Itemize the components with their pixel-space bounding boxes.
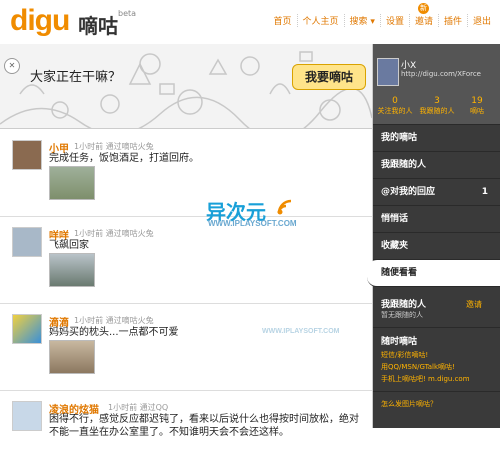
beta-tag: beta <box>118 9 137 18</box>
nav-search[interactable]: 搜索 ▾ <box>343 14 380 27</box>
timeline-item: 凌浪的炫猫 1小时前 通过QQ 困得不行，感觉反应都迟钝了，看来以后说什么也得按… <box>0 391 372 451</box>
post-meta: 1小时前 通过QQ <box>108 403 169 412</box>
stat-label: 我跟随的人 <box>419 107 455 115</box>
menu-label: 随便看看 <box>381 268 418 278</box>
main-column: ✕ 大家正在干嘛？ 我要嘀咕 小甲 1小时前 通过嘀咕火兔 完成任务，饭饱酒足，… <box>0 44 373 438</box>
timeline-item: 咩咩 1小时前 通过嘀咕火兔 飞飙回家 <box>0 217 372 304</box>
menu-label: 收藏夹 <box>381 241 409 251</box>
avatar[interactable] <box>12 227 42 257</box>
nav-profile[interactable]: 个人主页 <box>296 14 344 27</box>
profile-url[interactable]: http://digu.com/XForce <box>401 70 481 78</box>
main-nav: 首页 个人主页 搜索 ▾ 设置 邀请 插件 退出 <box>269 14 496 27</box>
menu-favorites[interactable]: 收藏夹 <box>373 233 500 260</box>
top-header: digu 嘀咕 beta 新 首页 个人主页 搜索 ▾ 设置 邀请 插件 退出 <box>0 0 500 45</box>
stat-label: 关注我的人 <box>377 107 413 115</box>
nav-home[interactable]: 首页 <box>269 14 297 27</box>
watermark-url: WWW.IPLAYSOFT.COM <box>208 219 297 228</box>
nav-logout[interactable]: 退出 <box>466 14 496 27</box>
avatar[interactable] <box>12 140 42 170</box>
timeline-item: 滴滴 1小时前 通过嘀咕火兔 妈妈买的枕头...一点都不可爱 <box>0 304 372 391</box>
avatar[interactable] <box>12 401 42 431</box>
timeline-item: 小甲 1小时前 通过嘀咕火兔 完成任务，饭饱酒足，打道回府。 <box>0 130 372 217</box>
menu-my-posts[interactable]: 我的嘀咕 <box>373 125 500 152</box>
stat-posts[interactable]: 19 嘀咕 <box>457 96 497 116</box>
help-link[interactable]: 怎么发图片嘀咕？ <box>373 398 500 410</box>
timeline: 小甲 1小时前 通过嘀咕火兔 完成任务，饭饱酒足，打道回府。 咩咩 1小时前 通… <box>0 130 372 451</box>
sms-link[interactable]: 短信/彩信嘀咕! <box>373 349 500 361</box>
logo[interactable]: digu <box>10 4 70 38</box>
nav-invite[interactable]: 邀请 <box>408 14 438 27</box>
menu-label: 我的嘀咕 <box>381 133 418 143</box>
new-badge: 新 <box>418 3 429 14</box>
anytime-title: 随时嘀咕 <box>381 337 418 347</box>
post-photo[interactable] <box>49 166 95 200</box>
post-meta: 1小时前 通过嘀咕火兔 <box>74 316 154 325</box>
nav-settings[interactable]: 设置 <box>379 14 409 27</box>
post-text: 完成任务，饭饱酒足，打道回府。 <box>49 153 199 164</box>
post-photo[interactable] <box>49 253 95 287</box>
menu-label: @对我的回应 <box>381 187 436 197</box>
nav-plugins[interactable]: 插件 <box>437 14 467 27</box>
menu-label: 我跟随的人 <box>381 160 427 170</box>
menu-following[interactable]: 我跟随的人 <box>373 152 500 179</box>
post-meta: 1小时前 通过嘀咕火兔 <box>74 229 154 238</box>
post-meta: 1小时前 通过嘀咕火兔 <box>74 142 154 151</box>
avatar[interactable] <box>12 314 42 344</box>
compass-icon: ✕ <box>4 58 20 74</box>
stat-following[interactable]: 3 我跟随的人 <box>417 96 457 116</box>
banner: ✕ 大家正在干嘛？ 我要嘀咕 <box>0 44 372 129</box>
anytime-section: 随时嘀咕 短信/彩信嘀咕! 用QQ/MSN/GTalk嘀咕! 手机上嘀咕吧! m… <box>373 327 500 385</box>
following-section: 我跟随的人 邀请 暂无跟随的人 <box>373 287 500 327</box>
status-prompt: 大家正在干嘛？ <box>30 70 122 85</box>
stat-count: 19 <box>471 96 483 106</box>
profile-panel: 小X http://digu.com/XForce 0 关注我的人 3 我跟随的… <box>373 44 500 125</box>
menu-private[interactable]: 悄悄话 <box>373 206 500 233</box>
mobile-link[interactable]: 手机上嘀咕吧! m.digu.com <box>373 373 500 385</box>
im-link[interactable]: 用QQ/MSN/GTalk嘀咕! <box>373 361 500 373</box>
stat-count: 0 <box>392 96 398 106</box>
sidebar: 小X http://digu.com/XForce 0 关注我的人 3 我跟随的… <box>367 44 500 428</box>
stat-label: 嘀咕 <box>470 107 484 115</box>
post-button[interactable]: 我要嘀咕 <box>292 64 366 90</box>
logo-chinese: 嘀咕 <box>78 14 118 38</box>
post-text: 困得不行，感觉反应都迟钝了，看来以后说什么也得按时间放松，绝对不能一直坐在办公室… <box>49 414 359 438</box>
wifi-icon <box>277 199 292 215</box>
profile-avatar[interactable] <box>377 58 399 86</box>
menu-replies[interactable]: @对我的回应 1 <box>373 179 500 206</box>
post-text: 飞飙回家 <box>49 240 89 251</box>
reply-count: 1 <box>481 187 488 197</box>
stat-count: 3 <box>434 96 440 106</box>
watermark-url-faint: WWW.IPLAYSOFT.COM <box>262 328 340 335</box>
post-photo[interactable] <box>49 340 95 374</box>
stat-followers[interactable]: 0 关注我的人 <box>375 96 415 116</box>
following-empty: 暂无跟随的人 <box>381 311 423 319</box>
menu-browse[interactable]: 随便看看 <box>367 260 500 287</box>
menu-label: 悄悄话 <box>381 214 409 224</box>
help-section: 怎么发图片嘀咕？ <box>373 391 500 410</box>
invite-link[interactable]: 邀请 <box>466 299 482 310</box>
